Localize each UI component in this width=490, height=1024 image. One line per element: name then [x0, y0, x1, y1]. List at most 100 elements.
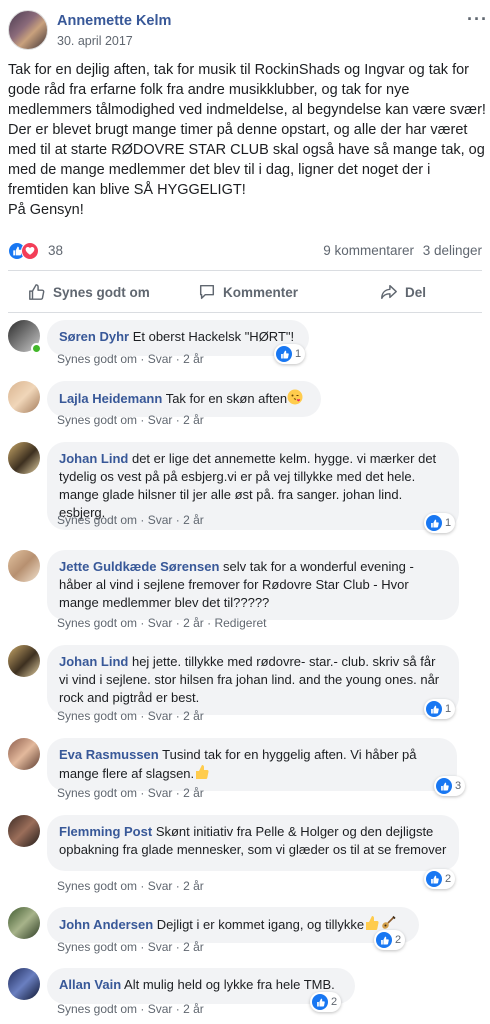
comment-like-badge[interactable]: 3 — [434, 776, 466, 796]
comment-meta: Synes godt om · Svar · 2 år — [57, 709, 204, 723]
like-reaction-icon — [426, 515, 442, 531]
comment-like-count: 2 — [395, 934, 402, 946]
comment-like-badge[interactable]: 2 — [374, 930, 406, 950]
commenter-name[interactable]: Eva Rasmussen — [59, 747, 159, 762]
comment-text: Et oberst Hackelsk "HØRT"! — [132, 329, 295, 344]
comment-reply-link[interactable]: Svar — [148, 413, 173, 427]
share-button[interactable]: Del — [380, 272, 426, 312]
comment-age[interactable]: 2 år — [183, 940, 204, 954]
post-actions: Synes godt om Kommenter Del — [8, 272, 482, 312]
like-reaction-icon — [276, 346, 292, 362]
like-reaction-icon — [312, 994, 328, 1010]
comment-like-link[interactable]: Synes godt om — [57, 879, 137, 893]
comment-like-count: 1 — [445, 703, 452, 715]
comment-reply-link[interactable]: Svar — [148, 1002, 173, 1016]
commenter-avatar[interactable] — [8, 815, 40, 847]
comment-like-count: 1 — [295, 348, 302, 360]
comment-count[interactable]: 9 kommentarer — [323, 243, 414, 258]
share-count[interactable]: 3 delinger — [423, 243, 482, 258]
comment-like-badge[interactable]: 1 — [274, 344, 306, 364]
comment-age[interactable]: 2 år — [183, 616, 204, 630]
love-reaction-icon[interactable] — [21, 242, 39, 260]
comment-like-count: 3 — [455, 780, 462, 792]
comment-like-link[interactable]: Synes godt om — [57, 413, 137, 427]
thumbs-up-emoji-icon — [196, 765, 209, 779]
commenter-avatar[interactable] — [8, 907, 40, 939]
post-paragraph: Tak for en dejlig aften, tak for musik t… — [8, 62, 486, 118]
comment-bubble: Jette Guldkæde Sørensen selv tak for a w… — [47, 550, 459, 620]
comment-like-badge[interactable]: 2 — [424, 869, 456, 889]
commenter-name[interactable]: John Andersen — [59, 917, 153, 932]
comment-like-link[interactable]: Synes godt om — [57, 1002, 137, 1016]
comment-meta: Synes godt om · Svar · 2 år — [57, 413, 204, 427]
comment-age[interactable]: 2 år — [183, 513, 204, 527]
comment-like-badge[interactable]: 2 — [310, 992, 342, 1012]
comment-age[interactable]: 2 år — [183, 352, 204, 366]
comment-edited-label[interactable]: Redigeret — [214, 616, 266, 630]
comment-reply-link[interactable]: Svar — [148, 616, 173, 630]
comment-meta: Synes godt om · Svar · 2 år — [57, 786, 204, 800]
comment-bubble: John Andersen Dejligt i er kommet igang,… — [47, 907, 419, 943]
comment-meta: Synes godt om · Svar · 2 år — [57, 352, 204, 366]
commenter-name[interactable]: Johan Lind — [59, 654, 128, 669]
comment-meta: Synes godt om · Svar · 2 år — [57, 940, 204, 954]
comment-like-link[interactable]: Synes godt om — [57, 709, 137, 723]
comment-like-link[interactable]: Synes godt om — [57, 786, 137, 800]
comment-reply-link[interactable]: Svar — [148, 940, 173, 954]
comment-text: Tak for en skøn aften — [165, 391, 288, 406]
comment-reply-link[interactable]: Svar — [148, 879, 173, 893]
commenter-name[interactable]: Johan Lind — [59, 451, 128, 466]
comment-bubble: Søren Dyhr Et oberst Hackelsk "HØRT"! — [47, 320, 309, 356]
comment-like-badge[interactable]: 1 — [424, 699, 456, 719]
comment-bubble: Eva Rasmussen Tusind tak for en hyggelig… — [47, 738, 457, 791]
comment-like-link[interactable]: Synes godt om — [57, 940, 137, 954]
comment-like-link[interactable]: Synes godt om — [57, 513, 137, 527]
comment-meta: Synes godt om · Svar · 2 år — [57, 1002, 204, 1016]
comment-age[interactable]: 2 år — [183, 1002, 204, 1016]
online-status-dot — [31, 343, 42, 354]
comment-reply-link[interactable]: Svar — [148, 786, 173, 800]
commenter-name[interactable]: Flemming Post — [59, 824, 152, 839]
guitar-emoji-icon — [382, 915, 396, 929]
comment-like-count: 1 — [445, 517, 452, 529]
comment-like-count: 2 — [331, 996, 338, 1008]
comment-bubble: Johan Lind hej jette. tillykke med rødov… — [47, 645, 459, 715]
commenter-avatar[interactable] — [8, 442, 40, 474]
comment-reply-link[interactable]: Svar — [148, 352, 173, 366]
comment-reply-link[interactable]: Svar — [148, 709, 173, 723]
comment-like-badge[interactable]: 1 — [424, 513, 456, 533]
commenter-avatar[interactable] — [8, 968, 40, 1000]
comment-like-link[interactable]: Synes godt om — [57, 352, 137, 366]
post-author-name[interactable]: Annemette Kelm — [57, 13, 171, 29]
kiss-emoji-icon — [287, 389, 303, 405]
comment-button[interactable]: Kommenter — [198, 272, 298, 312]
comment-age[interactable]: 2 år — [183, 786, 204, 800]
post-date[interactable]: 30. april 2017 — [57, 34, 133, 48]
comment-age[interactable]: 2 år — [183, 709, 204, 723]
commenter-avatar[interactable] — [8, 550, 40, 582]
divider — [8, 312, 482, 313]
like-reaction-icon — [426, 701, 442, 717]
commenter-name[interactable]: Allan Vain — [59, 977, 121, 992]
commenter-avatar[interactable] — [8, 645, 40, 677]
comment-like-count: 2 — [445, 873, 452, 885]
post-header: Annemette Kelm 30. april 2017 ··· — [0, 0, 490, 60]
commenter-avatar[interactable] — [8, 738, 40, 770]
divider — [8, 270, 482, 271]
commenter-name[interactable]: Søren Dyhr — [59, 329, 129, 344]
comment-bubble: Allan Vain Alt mulig held og lykke fra h… — [47, 968, 355, 1004]
comment-bubble: Lajla Heidemann Tak for en skøn aften — [47, 381, 321, 417]
more-options-icon[interactable]: ··· — [467, 9, 488, 30]
post-body: Tak for en dejlig aften, tak for musik t… — [8, 60, 486, 220]
commenter-avatar[interactable] — [8, 381, 40, 413]
reaction-count[interactable]: 38 — [48, 243, 63, 258]
like-reaction-icon — [376, 932, 392, 948]
comment-reply-link[interactable]: Svar — [148, 513, 173, 527]
comment-like-link[interactable]: Synes godt om — [57, 616, 137, 630]
comment-age[interactable]: 2 år — [183, 413, 204, 427]
author-avatar[interactable] — [8, 10, 48, 50]
commenter-name[interactable]: Jette Guldkæde Sørensen — [59, 559, 219, 574]
like-button[interactable]: Synes godt om — [28, 272, 150, 312]
comment-age[interactable]: 2 år — [183, 879, 204, 893]
commenter-name[interactable]: Lajla Heidemann — [59, 391, 162, 406]
